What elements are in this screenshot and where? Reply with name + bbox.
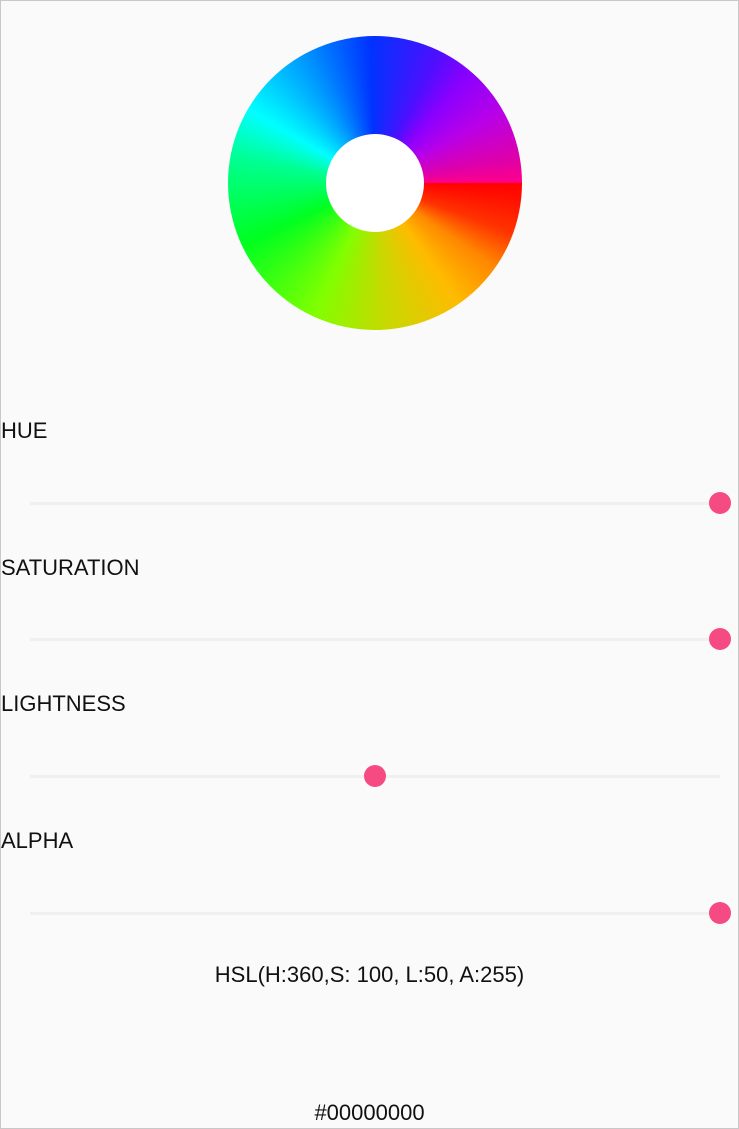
alpha-slider-track[interactable] xyxy=(30,902,731,924)
lightness-slider-thumb[interactable] xyxy=(364,765,386,787)
saturation-slider-track[interactable] xyxy=(30,628,731,650)
color-wheel[interactable] xyxy=(228,36,522,330)
saturation-slider-thumb[interactable] xyxy=(709,628,731,650)
saturation-label: SATURATION xyxy=(1,555,140,580)
color-wheel-center xyxy=(326,134,424,232)
alpha-slider-thumb[interactable] xyxy=(709,902,731,924)
lightness-label: LIGHTNESS xyxy=(1,691,126,716)
alpha-label: ALPHA xyxy=(1,828,74,853)
lightness-slider-track[interactable] xyxy=(30,765,720,787)
hex-readout: #00000000 xyxy=(314,1100,425,1125)
hue-slider-thumb[interactable] xyxy=(709,492,731,514)
hue-slider-track[interactable] xyxy=(30,492,731,514)
hsl-readout: HSL(H:360,S: 100, L:50, A:255) xyxy=(214,962,525,987)
hue-label: HUE xyxy=(1,418,48,443)
